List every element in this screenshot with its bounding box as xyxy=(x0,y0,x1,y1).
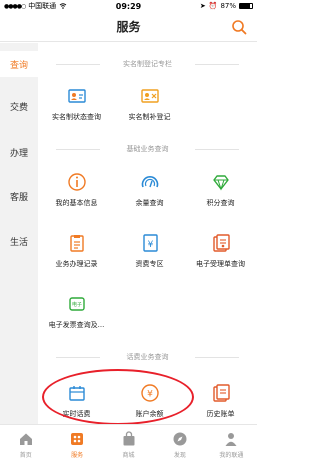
alarm-icon: ⏰ xyxy=(208,2,218,10)
tab-mall[interactable]: 商城 xyxy=(103,425,154,462)
tab-label: 首页 xyxy=(19,452,32,459)
tab-label: 发现 xyxy=(173,452,186,459)
tab-bar: 首页 服务 商城 发现 我的联通 xyxy=(0,424,257,462)
e-invoice-item[interactable]: 电子 电子发票查询及... xyxy=(40,294,113,330)
id-card-icon xyxy=(67,89,86,103)
invoice-icon: 电子 xyxy=(68,297,85,311)
e-receipt-item[interactable]: 电子受理单查询 xyxy=(184,233,257,269)
search-icon[interactable] xyxy=(231,19,247,35)
section-title-basic: 基础业务查询 xyxy=(38,144,257,154)
highlight-ellipse xyxy=(42,369,194,425)
wifi-icon xyxy=(59,3,67,9)
home-icon xyxy=(19,433,32,445)
points-query-item[interactable]: 积分查询 xyxy=(184,172,257,208)
sidebar-item-payment[interactable]: 交费 xyxy=(0,93,38,119)
clock: 09:29 xyxy=(115,1,142,11)
tab-discover[interactable]: 发现 xyxy=(154,425,205,462)
user-icon xyxy=(225,433,237,446)
yen-doc-icon: ¥ xyxy=(142,234,158,252)
item-label: 实名制补登记 xyxy=(128,113,171,121)
item-label: 业务办理记录 xyxy=(55,260,98,268)
svg-text:电子: 电子 xyxy=(71,301,81,308)
section-title-realname: 实名制登记专栏 xyxy=(38,59,257,69)
page-title: 服务 xyxy=(116,20,141,34)
item-label: 余量查询 xyxy=(135,199,164,207)
sidebar-item-service[interactable]: 客服 xyxy=(0,183,38,209)
svg-text:¥: ¥ xyxy=(147,240,153,250)
tab-label: 我的联通 xyxy=(219,452,244,459)
tariff-zone-item[interactable]: ¥ 资费专区 xyxy=(113,233,186,269)
basic-info-item[interactable]: 我的基本信息 xyxy=(40,172,113,208)
battery-icon xyxy=(239,3,253,9)
remaining-query-item[interactable]: 余量查询 xyxy=(113,172,186,208)
id-card-add-icon xyxy=(140,89,159,103)
bill-icon xyxy=(212,384,230,402)
tab-home[interactable]: 首页 xyxy=(0,425,51,462)
tab-mine[interactable]: 我的联通 xyxy=(206,425,257,462)
item-label: 积分查询 xyxy=(206,199,235,207)
sidebar-item-life[interactable]: 生活 xyxy=(0,228,38,254)
receipt-icon xyxy=(212,234,230,252)
item-label: 资费专区 xyxy=(135,260,164,268)
tab-label: 商城 xyxy=(122,452,135,459)
gauge-icon xyxy=(141,176,158,188)
history-bill-item[interactable]: 历史账单 xyxy=(184,383,257,419)
item-label: 电子发票查询及... xyxy=(48,321,105,329)
status-bar: ●●●●○ 中国联通 09:29 ➤ ⏰ 87% xyxy=(0,0,257,12)
service-record-item[interactable]: 业务办理记录 xyxy=(40,233,113,269)
screen: ●●●●○ 中国联通 09:29 ➤ ⏰ 87% 服务 查询 交费 办理 客服 … xyxy=(0,0,257,462)
tab-service[interactable]: 服务 xyxy=(51,425,102,462)
info-icon xyxy=(67,173,86,191)
service-content: 实名制登记专栏 实名制状态查询 实名制补登记 基础业务查询 我的基本信息 余量查… xyxy=(38,43,257,424)
realname-register-item[interactable]: 实名制补登记 xyxy=(113,86,186,122)
sidebar-item-query[interactable]: 查询 xyxy=(0,51,38,77)
item-label: 电子受理单查询 xyxy=(196,260,245,268)
item-label: 实名制状态查询 xyxy=(52,113,101,121)
service-grid-icon xyxy=(71,433,84,445)
compass-icon xyxy=(173,432,187,446)
tab-label: 服务 xyxy=(71,452,84,459)
signal-icon: ●●●●○ xyxy=(4,2,26,10)
clipboard-icon xyxy=(69,235,84,252)
item-label: 我的基本信息 xyxy=(55,199,98,207)
realname-status-item[interactable]: 实名制状态查询 xyxy=(40,86,113,122)
location-icon: ➤ xyxy=(199,2,206,10)
battery-percent: 87% xyxy=(220,2,236,10)
diamond-icon xyxy=(212,175,229,191)
sidebar-item-handle[interactable]: 办理 xyxy=(0,139,38,165)
item-label: 历史账单 xyxy=(206,410,235,418)
nav-header: 服务 xyxy=(0,12,257,42)
category-sidebar: 查询 交费 办理 客服 生活 xyxy=(0,43,38,424)
carrier-label: 中国联通 xyxy=(28,2,57,10)
section-title-billing: 话费业务查询 xyxy=(38,352,257,362)
bag-icon xyxy=(123,431,135,446)
